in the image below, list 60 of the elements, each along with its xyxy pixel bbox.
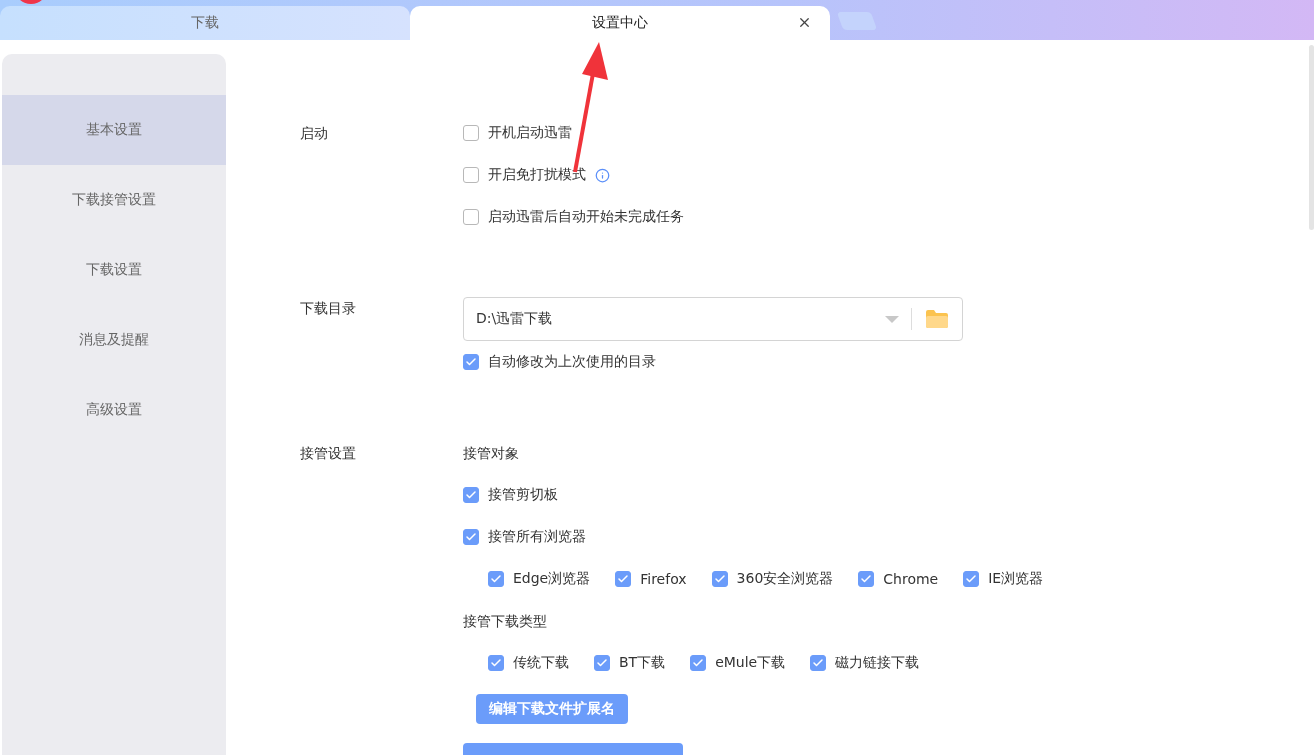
caret-icon <box>885 315 899 323</box>
check-icon <box>812 657 825 669</box>
close-icon[interactable] <box>797 15 812 30</box>
scrollbar[interactable] <box>1309 45 1314 230</box>
option-label: 启动迅雷后自动开始未完成任务 <box>488 208 684 226</box>
sidebar-item[interactable]: 高级设置 <box>2 375 226 445</box>
check-icon <box>490 573 502 585</box>
checkbox[interactable] <box>711 571 728 587</box>
option-label: 传统下载 <box>513 654 569 672</box>
checkbox[interactable] <box>963 571 980 587</box>
check-icon <box>965 573 978 585</box>
sidebar-item[interactable]: 消息及提醒 <box>2 305 226 375</box>
checkbox[interactable] <box>594 655 610 671</box>
checkbox[interactable] <box>463 209 479 225</box>
check-icon <box>465 489 477 501</box>
option-label: 接管所有浏览器 <box>488 528 586 546</box>
check-icon <box>713 573 726 585</box>
check-icon <box>465 356 477 368</box>
sidebar-item[interactable]: 下载接管设置 <box>2 165 226 235</box>
option-label: 接管剪切板 <box>488 486 558 504</box>
folder-dropdown[interactable]: D:\迅雷下载 <box>463 297 963 341</box>
option-label: 自动修改为上次使用的目录 <box>488 353 656 371</box>
section-label: 接管设置 <box>300 444 357 463</box>
option-label: eMule下载 <box>715 654 786 672</box>
checkbox[interactable] <box>463 529 479 545</box>
check-icon <box>692 657 705 669</box>
checkbox[interactable] <box>858 571 875 587</box>
section-label: 启动 <box>300 124 329 143</box>
subheading: 接管下载类型 <box>463 612 548 631</box>
check-icon <box>596 657 608 669</box>
sidebar-item[interactable]: 下载设置 <box>2 235 226 305</box>
checkbox[interactable] <box>615 571 632 587</box>
check-icon <box>860 573 873 585</box>
tab[interactable]: 下载 <box>0 6 410 40</box>
option-label: BT下载 <box>619 654 666 672</box>
checkbox[interactable] <box>810 655 827 671</box>
checkbox[interactable] <box>463 487 479 503</box>
option-label: 360安全浏览器 <box>736 570 834 588</box>
check-icon <box>490 657 502 669</box>
info-icon[interactable] <box>595 167 610 183</box>
option-label: Chrome <box>883 571 939 587</box>
option-label: Edge浏览器 <box>513 570 591 588</box>
check-icon <box>617 573 630 585</box>
folder-icon[interactable] <box>924 309 950 329</box>
check-icon <box>465 531 477 543</box>
checkbox[interactable] <box>488 655 504 671</box>
tab[interactable]: 设置中心 <box>410 6 830 40</box>
edit-extensions-button[interactable]: 编辑下载文件扩展名 <box>476 694 628 724</box>
checkbox[interactable] <box>463 125 479 141</box>
subheading: 接管对象 <box>463 444 520 463</box>
checkbox[interactable] <box>488 571 504 587</box>
sidebar-item[interactable]: 基本设置 <box>2 95 226 165</box>
option-label: 开机启动迅雷 <box>488 124 572 142</box>
option-label: IE浏览器 <box>988 570 1044 588</box>
option-label: 磁力链接下载 <box>835 654 920 672</box>
checkbox[interactable] <box>463 167 479 183</box>
option-label: Firefox <box>640 571 687 587</box>
checkbox[interactable] <box>690 655 707 671</box>
section-label: 下载目录 <box>300 299 357 318</box>
checkbox[interactable] <box>463 354 479 370</box>
